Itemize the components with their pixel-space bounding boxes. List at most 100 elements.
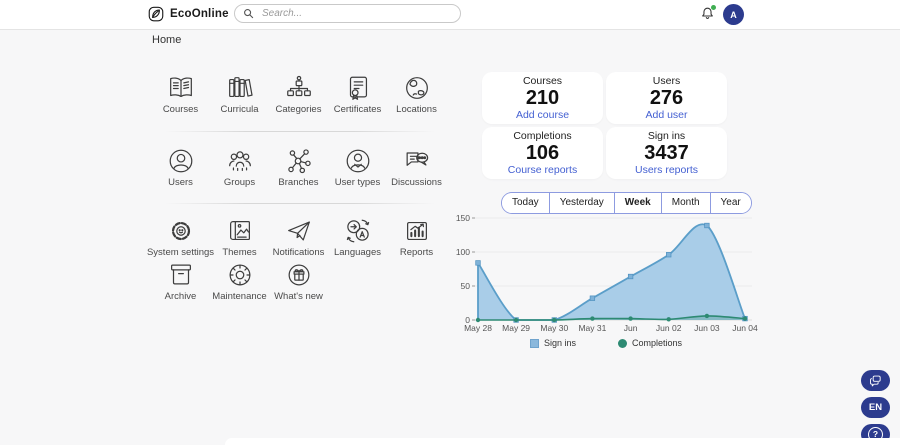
add-user-link[interactable]: Add user bbox=[645, 109, 687, 121]
sign-ins-swatch-icon bbox=[529, 338, 539, 348]
grid-item-reports[interactable]: Reports bbox=[387, 216, 446, 258]
brand-logo[interactable]: EcoOnline bbox=[147, 5, 229, 23]
certificates-icon bbox=[349, 76, 367, 100]
grid-item-notifications[interactable]: Notifications bbox=[269, 216, 328, 258]
user-avatar[interactable]: A bbox=[723, 4, 744, 25]
archive-icon bbox=[170, 264, 191, 285]
stat-card-sign-ins: Sign ins 3437 Users reports bbox=[606, 127, 727, 179]
users-reports-link[interactable]: Users reports bbox=[635, 164, 698, 176]
grid-item-label: Categories bbox=[275, 104, 322, 115]
notification-dot bbox=[711, 5, 716, 10]
grid-item-certificates[interactable]: Certificates bbox=[328, 73, 387, 115]
completions-marker bbox=[475, 317, 481, 323]
stat-value: 106 bbox=[525, 142, 560, 164]
reports-icon bbox=[406, 221, 427, 241]
locations-icon bbox=[405, 77, 428, 99]
completions-marker bbox=[628, 316, 633, 321]
search-icon bbox=[244, 9, 254, 19]
x-tick-label: Jun 03 bbox=[694, 323, 720, 333]
stat-label: Users bbox=[652, 75, 681, 87]
x-tick-label: Jun 04 bbox=[732, 323, 758, 333]
notifications-send-icon bbox=[287, 221, 310, 241]
y-tick-label: 150 bbox=[456, 213, 470, 223]
stat-card-courses: Courses 210 Add course bbox=[482, 72, 603, 124]
grid-item-maintenance[interactable]: Maintenance bbox=[210, 260, 269, 302]
top-bar: EcoOnline A bbox=[0, 0, 900, 30]
sign-ins-marker bbox=[475, 260, 481, 266]
grid-item-curricula[interactable]: Curricula bbox=[210, 73, 269, 115]
dashboard-page: EcoOnline A Home Courses bbox=[0, 0, 900, 445]
grid-item-label: Curricula bbox=[220, 104, 259, 115]
x-tick-label: May 28 bbox=[464, 323, 492, 333]
stat-value: 210 bbox=[525, 87, 560, 109]
stat-label: Courses bbox=[522, 75, 563, 87]
grid-item-label: Archive bbox=[164, 291, 197, 302]
discussions-icon bbox=[406, 152, 428, 166]
breadcrumb: Home bbox=[152, 34, 182, 46]
notifications-bell[interactable] bbox=[699, 5, 717, 23]
grid-item-users[interactable]: Users bbox=[151, 146, 210, 188]
grid-item-groups[interactable]: Groups bbox=[210, 146, 269, 188]
grid-item-branches[interactable]: Branches bbox=[269, 146, 328, 188]
stat-value: 276 bbox=[649, 87, 684, 109]
add-course-link[interactable]: Add course bbox=[516, 109, 569, 121]
search-input[interactable] bbox=[260, 7, 452, 20]
grid-item-label: Locations bbox=[396, 104, 437, 115]
grid-item-label: Notifications bbox=[272, 247, 325, 258]
grid-item-label: Courses bbox=[162, 104, 199, 115]
x-tick-label: May 29 bbox=[502, 323, 530, 333]
grid-item-label: Certificates bbox=[333, 104, 382, 115]
grid-item-system-settings[interactable]: System settings bbox=[147, 216, 214, 258]
completions-marker bbox=[704, 313, 710, 319]
x-tick-label: May 31 bbox=[578, 323, 606, 333]
stat-value: 3437 bbox=[644, 142, 689, 164]
grid-row-4: Archive Maintenance What's new bbox=[151, 260, 328, 302]
grid-item-discussions[interactable]: Discussions bbox=[387, 146, 446, 188]
completions-swatch-icon bbox=[618, 338, 627, 348]
y-tick-label: 100 bbox=[456, 247, 470, 257]
language-button[interactable]: EN bbox=[861, 397, 890, 418]
grid-item-label: Languages bbox=[333, 247, 382, 258]
courses-icon bbox=[169, 77, 192, 98]
grid-item-whats-new[interactable]: What's new bbox=[269, 260, 328, 302]
completions-marker bbox=[742, 316, 748, 321]
sign-ins-marker bbox=[704, 222, 710, 229]
grid-item-courses[interactable]: Courses bbox=[151, 73, 210, 115]
groups-icon bbox=[228, 151, 251, 171]
grid-row-3: System settings Themes Notifications Lan… bbox=[147, 216, 446, 258]
legend-sign-ins: Sign ins bbox=[529, 338, 576, 348]
grid-item-label: Users bbox=[168, 177, 193, 188]
stat-label: Completions bbox=[513, 130, 572, 142]
x-tick-label: Jun bbox=[624, 323, 638, 333]
grid-item-label: User types bbox=[334, 177, 381, 188]
completions-marker bbox=[666, 317, 671, 322]
chat-icon bbox=[870, 375, 881, 386]
legend-completions: Completions bbox=[618, 338, 682, 348]
completions-marker bbox=[590, 316, 595, 321]
maintenance-icon bbox=[229, 264, 250, 286]
grid-item-user-types[interactable]: User types bbox=[328, 146, 387, 188]
branches-icon bbox=[287, 149, 311, 174]
sign-ins-marker bbox=[666, 252, 672, 258]
grid-item-languages[interactable]: Languages bbox=[328, 216, 387, 258]
chat-button[interactable] bbox=[861, 370, 890, 391]
legend-label: Sign ins bbox=[543, 338, 576, 348]
completions-marker bbox=[552, 317, 557, 323]
brand-name: EcoOnline bbox=[170, 8, 229, 20]
search-box bbox=[234, 4, 461, 23]
languages-icon bbox=[346, 219, 369, 243]
grid-item-categories[interactable]: Categories bbox=[269, 73, 328, 115]
grid-item-label: Themes bbox=[222, 247, 257, 258]
x-tick-label: May 30 bbox=[540, 323, 568, 333]
grid-item-themes[interactable]: Themes bbox=[210, 216, 269, 258]
users-icon bbox=[169, 149, 192, 173]
grid-item-locations[interactable]: Locations bbox=[387, 73, 446, 115]
grid-item-archive[interactable]: Archive bbox=[151, 260, 210, 302]
grid-item-label: Branches bbox=[278, 177, 319, 188]
y-tick-label: 50 bbox=[461, 281, 471, 291]
grid-divider bbox=[165, 203, 435, 204]
completions-marker bbox=[513, 317, 519, 323]
stat-card-users: Users 276 Add user bbox=[606, 72, 727, 124]
course-reports-link[interactable]: Course reports bbox=[508, 164, 577, 176]
whats-new-icon bbox=[288, 264, 309, 286]
